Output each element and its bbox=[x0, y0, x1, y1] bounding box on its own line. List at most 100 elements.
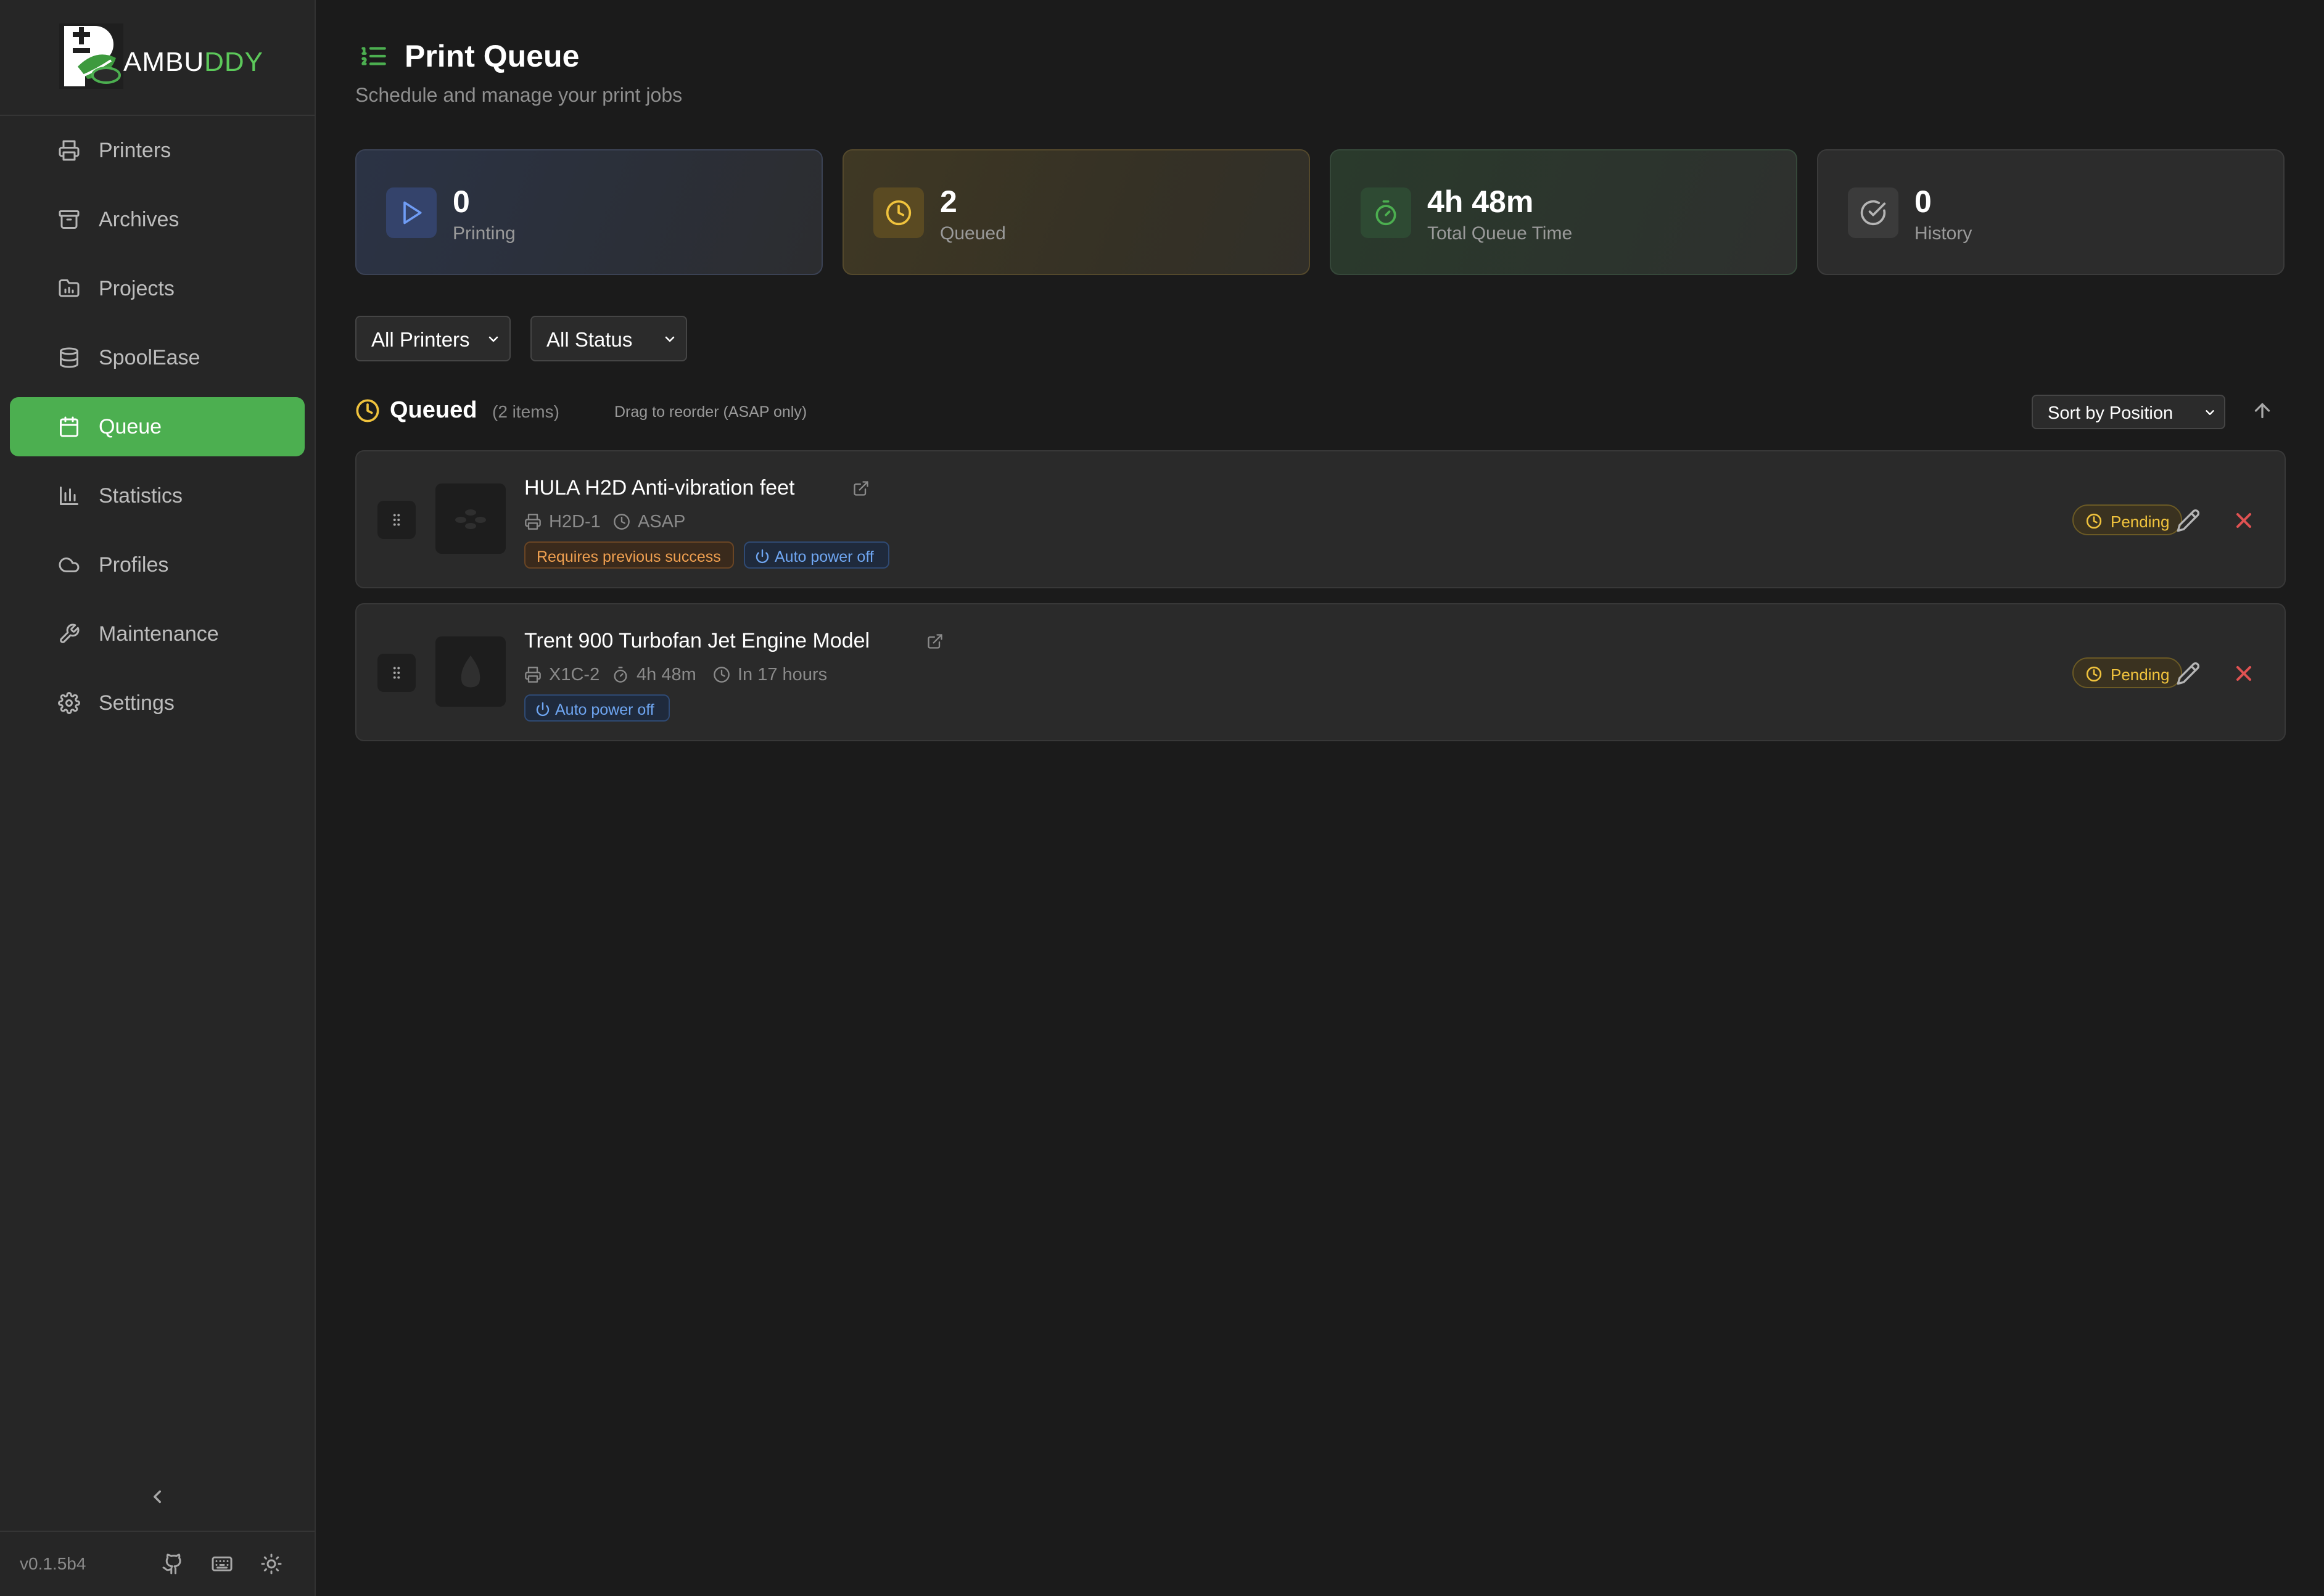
print-job-title[interactable]: Trent 900 Turbofan Jet Engine Model bbox=[524, 629, 870, 653]
status-filter-select[interactable]: All Status bbox=[530, 316, 687, 361]
sidebar-item-label: Printers bbox=[99, 139, 171, 162]
clock-icon bbox=[886, 200, 912, 226]
sidebar-item-archives[interactable]: Archives bbox=[10, 190, 305, 249]
sidebar-item-label: Archives bbox=[99, 208, 179, 231]
sort-select-value: Sort by Position bbox=[2048, 403, 2174, 423]
clock-icon bbox=[2086, 513, 2102, 529]
tag-label: Requires previous success bbox=[537, 548, 721, 566]
printer-filter-select[interactable]: All Printers bbox=[355, 316, 511, 361]
grip-vertical-icon bbox=[393, 514, 400, 526]
print-job-title[interactable]: HULA H2D Anti-vibration feet bbox=[524, 476, 794, 500]
check-circle-icon bbox=[1860, 200, 1886, 226]
sidebar-item-queue[interactable]: Queue bbox=[10, 397, 305, 456]
github-icon[interactable] bbox=[162, 1553, 184, 1575]
thumbnail-engine-image bbox=[461, 656, 480, 688]
duration-text: 4h 48m bbox=[637, 665, 696, 685]
stat-value: 0 bbox=[453, 184, 470, 219]
sort-select[interactable]: Sort by Position bbox=[2032, 395, 2225, 429]
timer-icon bbox=[614, 667, 627, 683]
requires-previous-success-tag: Requires previous success bbox=[524, 541, 734, 569]
section-item-count: (2 items) bbox=[492, 402, 559, 421]
page-title: Print Queue bbox=[405, 39, 580, 73]
tag-label: Auto power off bbox=[555, 701, 654, 718]
folder-icon bbox=[59, 279, 80, 297]
status-badge: Pending bbox=[2072, 504, 2182, 535]
stat-card-printing[interactable]: 0 Printing bbox=[355, 149, 823, 275]
status-filter-value: All Status bbox=[546, 328, 633, 351]
sun-icon[interactable] bbox=[260, 1553, 282, 1575]
logo-mark-icon bbox=[59, 23, 123, 89]
keyboard-icon[interactable] bbox=[211, 1553, 233, 1575]
queue-item[interactable]: Trent 900 Turbofan Jet Engine Model X1C-… bbox=[355, 603, 2286, 741]
chevron-down-icon bbox=[665, 336, 675, 342]
printer-icon bbox=[525, 667, 541, 683]
sidebar-item-label: Maintenance bbox=[99, 622, 219, 646]
stat-card-total-time[interactable]: 4h 48m Total Queue Time bbox=[1330, 149, 1797, 275]
stat-label: Printing bbox=[453, 223, 516, 244]
sidebar-item-label: Statistics bbox=[99, 484, 183, 508]
main-content: Print Queue Schedule and manage your pri… bbox=[316, 0, 2324, 1596]
thumbnail-feet-image bbox=[455, 509, 486, 529]
external-link-icon[interactable] bbox=[926, 633, 944, 650]
logo[interactable]: AMBUDDY bbox=[0, 0, 315, 116]
stat-value: 0 bbox=[1914, 184, 1932, 219]
stat-value: 2 bbox=[940, 184, 957, 219]
tag-label: Auto power off bbox=[775, 548, 874, 566]
schedule-text: ASAP bbox=[638, 512, 686, 532]
stat-label: History bbox=[1914, 223, 1972, 244]
sidebar-item-profiles[interactable]: Profiles bbox=[10, 535, 305, 594]
queue-item[interactable]: HULA H2D Anti-vibration feet H2D-1 ASAP … bbox=[355, 450, 2286, 588]
printer-name: H2D-1 bbox=[549, 512, 601, 532]
stat-icon-box bbox=[873, 187, 924, 238]
sidebar-item-label: SpoolEase bbox=[99, 346, 200, 369]
sort-direction-arrow-up-icon[interactable] bbox=[2251, 400, 2273, 422]
spool-icon bbox=[60, 347, 78, 368]
edit-pencil-icon[interactable] bbox=[2176, 661, 2201, 686]
drag-handle[interactable] bbox=[377, 654, 416, 692]
stat-icon-box bbox=[386, 187, 437, 238]
printer-icon bbox=[525, 514, 541, 530]
sidebar: AMBUDDY Printers Archives Projects Spool… bbox=[0, 0, 316, 1596]
schedule-text: In 17 hours bbox=[738, 665, 828, 685]
sidebar-item-label: Queue bbox=[99, 415, 162, 438]
sidebar-item-statistics[interactable]: Statistics bbox=[10, 466, 305, 525]
print-thumbnail bbox=[435, 636, 506, 707]
cloud-icon bbox=[59, 557, 80, 572]
external-link-icon[interactable] bbox=[852, 480, 870, 497]
sidebar-item-maintenance[interactable]: Maintenance bbox=[10, 604, 305, 664]
remove-close-icon[interactable] bbox=[2231, 661, 2256, 686]
section-title: Queued bbox=[390, 397, 477, 423]
clock-icon bbox=[614, 514, 630, 530]
edit-pencil-icon[interactable] bbox=[2176, 508, 2201, 533]
status-label: Pending bbox=[2111, 512, 2170, 531]
drag-handle[interactable] bbox=[377, 501, 416, 539]
timer-icon bbox=[1375, 200, 1396, 226]
auto-power-off-tag: Auto power off bbox=[744, 541, 889, 569]
archive-icon bbox=[59, 210, 80, 229]
sidebar-item-settings[interactable]: Settings bbox=[10, 673, 305, 733]
clock-icon bbox=[2086, 666, 2102, 682]
sidebar-item-label: Profiles bbox=[99, 553, 169, 577]
chevron-down-icon bbox=[2206, 410, 2214, 415]
power-icon bbox=[756, 549, 769, 564]
sidebar-item-label: Settings bbox=[99, 691, 175, 715]
collapse-sidebar-chevron-left-icon[interactable] bbox=[147, 1486, 168, 1507]
page-subtitle: Schedule and manage your print jobs bbox=[355, 84, 683, 106]
sidebar-nav: Printers Archives Projects SpoolEase Que… bbox=[10, 121, 305, 742]
logo-text: AMBUDDY bbox=[123, 47, 264, 77]
stat-card-queued[interactable]: 2 Queued bbox=[843, 149, 1310, 275]
sidebar-footer: v0.1.5b4 bbox=[0, 1531, 315, 1596]
sidebar-item-spoolease[interactable]: SpoolEase bbox=[10, 328, 305, 387]
stat-label: Queued bbox=[940, 223, 1006, 244]
print-thumbnail bbox=[435, 483, 506, 554]
clock-icon bbox=[356, 399, 379, 422]
app-version: v0.1.5b4 bbox=[20, 1554, 86, 1573]
stat-card-history[interactable]: 0 History bbox=[1817, 149, 2285, 275]
stat-value: 4h 48m bbox=[1427, 184, 1534, 219]
sidebar-item-printers[interactable]: Printers bbox=[10, 121, 305, 180]
gear-icon bbox=[58, 692, 80, 714]
sidebar-item-projects[interactable]: Projects bbox=[10, 259, 305, 318]
list-ordered-icon bbox=[361, 47, 386, 65]
sidebar-item-label: Projects bbox=[99, 277, 175, 300]
remove-close-icon[interactable] bbox=[2231, 508, 2256, 533]
